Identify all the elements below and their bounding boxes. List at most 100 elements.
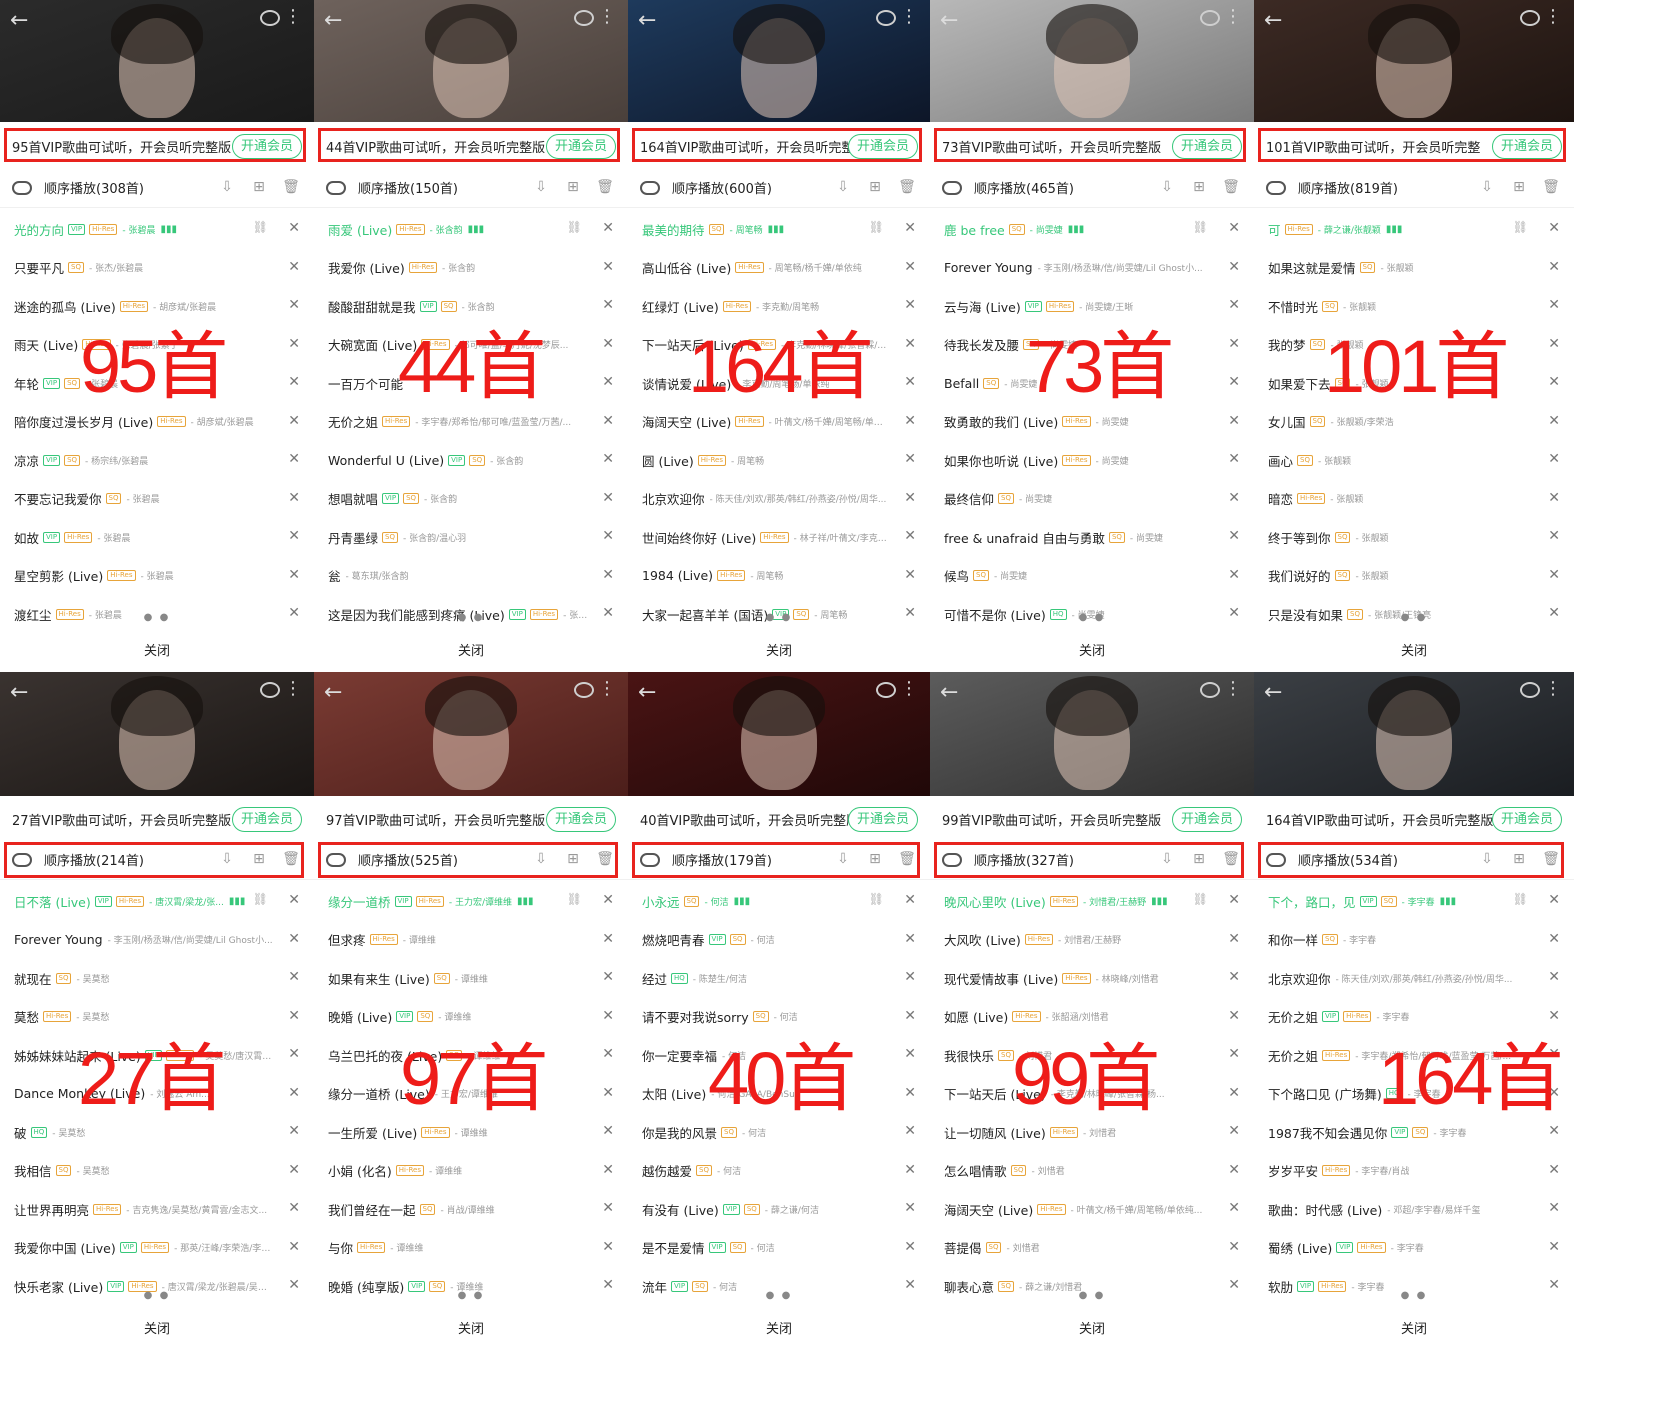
comment-icon[interactable] xyxy=(1200,682,1220,698)
song-item[interactable]: 迷途的孤鸟 (Live) Hi-Res - 胡彦斌/张碧晨 ✕ xyxy=(0,287,314,326)
song-item[interactable]: 下一站天后 (Live) Hi-Res - 李克勤/林晓峰/张智霖/杨... ✕ xyxy=(628,326,930,365)
song-item[interactable]: Forever Young - 李玉刚/杨丞琳/信/尚雯婕/Lil Ghost小.… xyxy=(0,921,314,960)
trash-icon[interactable]: 🗑 xyxy=(898,850,916,868)
link-icon[interactable]: ⛓ xyxy=(1513,892,1528,906)
song-item[interactable]: 我们说好的 SQ - 张靓颖 ✕ xyxy=(1254,557,1574,596)
back-arrow-icon[interactable]: ← xyxy=(638,8,656,33)
song-item[interactable]: 太阳 (Live) - 何洁/GALA/BenSu ✕ xyxy=(628,1075,930,1114)
song-item[interactable]: 1984 (Live) Hi-Res - 周笔畅 ✕ xyxy=(628,557,930,596)
comment-icon[interactable] xyxy=(1200,10,1220,26)
loop-icon[interactable] xyxy=(640,180,660,195)
song-item[interactable]: 女儿国 SQ - 张靓颖/李荣浩 ✕ xyxy=(1254,403,1574,442)
song-item[interactable]: 一生所爱 (Live) Hi-Res - 谭维维 ✕ xyxy=(314,1113,628,1152)
close-icon[interactable]: ✕ xyxy=(1228,1046,1240,1062)
close-icon[interactable]: ✕ xyxy=(1228,297,1240,313)
close-icon[interactable]: ✕ xyxy=(904,297,916,313)
close-icon[interactable]: ✕ xyxy=(904,451,916,467)
back-arrow-icon[interactable]: ← xyxy=(940,680,958,705)
more-icon[interactable]: ⋮ xyxy=(1544,8,1562,26)
song-item[interactable]: 圆 (Live) Hi-Res - 周笔畅 ✕ xyxy=(628,441,930,480)
close-icon[interactable]: ✕ xyxy=(1548,297,1560,313)
close-icon[interactable]: ✕ xyxy=(1548,374,1560,390)
close-icon[interactable]: ✕ xyxy=(1228,969,1240,985)
song-item[interactable]: 陪你度过漫长岁月 (Live) Hi-Res - 胡彦斌/张碧晨 ✕ xyxy=(0,403,314,442)
add-to-playlist-icon[interactable]: ⊞ xyxy=(564,178,582,196)
song-item[interactable]: 我的梦 SQ - 张靓颖 ✕ xyxy=(1254,326,1574,365)
play-mode-bar[interactable]: 顺序播放(179首) ⇩ ⊞ 🗑 xyxy=(628,840,930,880)
comment-icon[interactable] xyxy=(260,10,280,26)
song-item[interactable]: 不要忘记我爱你 SQ - 张碧晨 ✕ xyxy=(0,480,314,519)
close-icon[interactable]: ✕ xyxy=(602,1123,614,1139)
open-membership-button[interactable]: 开通会员 xyxy=(1491,807,1562,832)
close-icon[interactable]: ✕ xyxy=(1228,1162,1240,1178)
song-item[interactable]: 凉凉 VIP SQ - 杨宗纬/张碧晨 ✕ xyxy=(0,441,314,480)
close-icon[interactable]: ✕ xyxy=(602,413,614,429)
song-item[interactable]: 想唱就唱 VIP SQ - 张含韵 ✕ xyxy=(314,480,628,519)
song-item[interactable]: 暗恋 Hi-Res - 张靓颖 ✕ xyxy=(1254,480,1574,519)
song-item[interactable]: 我相信 SQ - 吴莫愁 ✕ xyxy=(0,1152,314,1191)
song-item[interactable]: 缘分一道桥 (Live) - 王力宏/谭维维 ✕ xyxy=(314,1075,628,1114)
open-membership-button[interactable]: 开通会员 xyxy=(545,134,616,159)
song-item[interactable]: 大风吹 (Live) Hi-Res - 刘惜君/王赫野 ✕ xyxy=(930,921,1254,960)
close-icon[interactable]: ✕ xyxy=(602,1239,614,1255)
add-to-playlist-icon[interactable]: ⊞ xyxy=(250,178,268,196)
close-icon[interactable]: ✕ xyxy=(288,336,300,352)
song-item[interactable]: 最终信仰 SQ - 尚雯婕 ✕ xyxy=(930,480,1254,519)
song-item[interactable]: 只要平凡 SQ - 张杰/张碧晨 ✕ xyxy=(0,249,314,288)
link-icon[interactable]: ⛓ xyxy=(1193,220,1208,234)
song-item[interactable]: 一百万个可能 ✕ xyxy=(314,364,628,403)
more-icon[interactable]: ⋮ xyxy=(598,680,616,698)
close-button[interactable]: 关闭 xyxy=(314,640,628,659)
song-item[interactable]: 无价之姐 Hi-Res - 李宇春/郑希怡/郁可唯/蓝盈莹/万茜/... ✕ xyxy=(1254,1036,1574,1075)
song-item[interactable]: 瓮 - 葛东琪/张含韵 ✕ xyxy=(314,557,628,596)
close-icon[interactable]: ✕ xyxy=(288,528,300,544)
close-icon[interactable]: ✕ xyxy=(1548,528,1560,544)
song-item[interactable]: 有没有 (Live) VIP SQ - 薛之谦/何洁 ✕ xyxy=(628,1190,930,1229)
close-icon[interactable]: ✕ xyxy=(1228,413,1240,429)
song-item[interactable]: 如果爱下去 SQ - 张靓颖 ✕ xyxy=(1254,364,1574,403)
song-item[interactable]: 酸酸甜甜就是我 VIP SQ - 张含韵 ✕ xyxy=(314,287,628,326)
close-icon[interactable]: ✕ xyxy=(1228,1239,1240,1255)
close-icon[interactable]: ✕ xyxy=(1228,490,1240,506)
trash-icon[interactable]: 🗑 xyxy=(282,178,300,196)
close-icon[interactable]: ✕ xyxy=(1548,1008,1560,1024)
song-item[interactable]: 燃烧吧青春 VIP SQ - 何洁 ✕ xyxy=(628,921,930,960)
song-item[interactable]: 云与海 (Live) VIP Hi-Res - 尚雯婕/王晰 ✕ xyxy=(930,287,1254,326)
close-icon[interactable]: ✕ xyxy=(288,1123,300,1139)
song-item[interactable]: 高山低谷 (Live) Hi-Res - 周笔畅/杨千嬅/单依纯 ✕ xyxy=(628,249,930,288)
close-icon[interactable]: ✕ xyxy=(1228,374,1240,390)
play-mode-bar[interactable]: 顺序播放(600首) ⇩ ⊞ 🗑 xyxy=(628,168,930,208)
trash-icon[interactable]: 🗑 xyxy=(282,850,300,868)
close-icon[interactable]: ✕ xyxy=(1228,1123,1240,1139)
song-item[interactable]: 无价之姐 Hi-Res - 李宇春/郑希怡/郁可唯/蓝盈莹/万茜/... ✕ xyxy=(314,403,628,442)
close-icon[interactable]: ✕ xyxy=(288,220,300,236)
close-icon[interactable]: ✕ xyxy=(904,413,916,429)
close-icon[interactable]: ✕ xyxy=(602,892,614,908)
close-icon[interactable]: ✕ xyxy=(1228,220,1240,236)
song-item[interactable]: 缘分一道桥 VIP Hi-Res - 王力宏/谭维维 ▮▮▮ ⛓ ✕ xyxy=(314,882,628,921)
close-icon[interactable]: ✕ xyxy=(288,1085,300,1101)
add-to-playlist-icon[interactable]: ⊞ xyxy=(1190,850,1208,868)
download-icon[interactable]: ⇩ xyxy=(1158,850,1176,868)
song-item[interactable]: 我爱你中国 (Live) VIP Hi-Res - 那英/汪峰/李荣浩/李克... ✕ xyxy=(0,1229,314,1268)
song-item[interactable]: 姊姊妹妹站起来 (Live)VIPHi-Res - 吴莫愁/唐汉霄/梁... ✕ xyxy=(0,1036,314,1075)
song-item[interactable]: 下个路口见 (广场舞) HQ - 李宇春 ✕ xyxy=(1254,1075,1574,1114)
comment-icon[interactable] xyxy=(574,10,594,26)
song-item[interactable]: 但求疼 Hi-Res - 谭维维 ✕ xyxy=(314,921,628,960)
close-icon[interactable]: ✕ xyxy=(288,451,300,467)
close-icon[interactable]: ✕ xyxy=(602,1162,614,1178)
close-icon[interactable]: ✕ xyxy=(1548,490,1560,506)
close-icon[interactable]: ✕ xyxy=(904,1123,916,1139)
close-icon[interactable]: ✕ xyxy=(602,374,614,390)
song-item[interactable]: 菩提偈 SQ - 刘惜君 ✕ xyxy=(930,1229,1254,1268)
song-item[interactable]: 日不落 (Live) VIP Hi-Res - 唐汉霄/梁龙/张... ▮▮▮ ⛓ ✕ xyxy=(0,882,314,921)
close-icon[interactable]: ✕ xyxy=(1548,336,1560,352)
close-icon[interactable]: ✕ xyxy=(904,1085,916,1101)
song-item[interactable]: 年轮 VIP SQ - 张碧晨 ✕ xyxy=(0,364,314,403)
close-icon[interactable]: ✕ xyxy=(288,1162,300,1178)
back-arrow-icon[interactable]: ← xyxy=(324,680,342,705)
open-membership-button[interactable]: 开通会员 xyxy=(847,134,918,159)
song-item[interactable]: 下个，路口，见 VIP SQ - 李宇春 ▮▮▮ ⛓ ✕ xyxy=(1254,882,1574,921)
song-item[interactable]: 蜀绣 (Live) VIP Hi-Res - 李宇春 ✕ xyxy=(1254,1229,1574,1268)
song-item[interactable]: Befall SQ - 尚雯婕 ✕ xyxy=(930,364,1254,403)
